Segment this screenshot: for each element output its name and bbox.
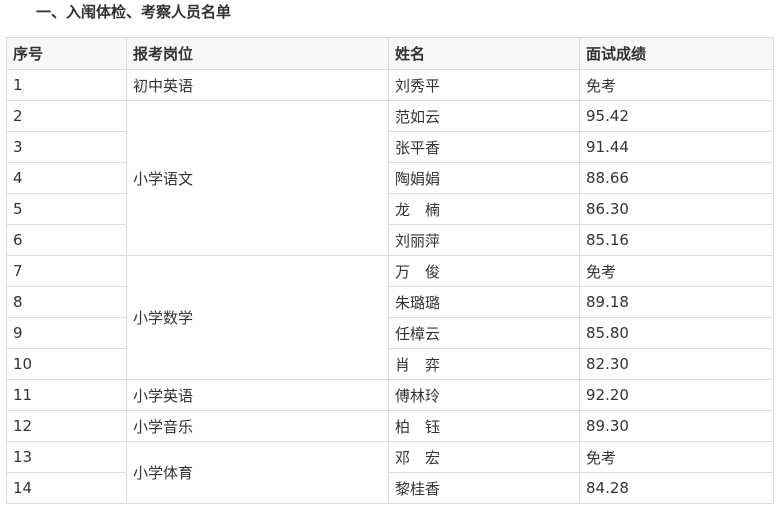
cell-candidate-name: 龙 楠 xyxy=(388,193,580,225)
cell-candidate-name: 邓 宏 xyxy=(388,441,580,473)
cell-candidate-name: 黎桂香 xyxy=(388,472,580,504)
cell-serial-number: 8 xyxy=(6,286,127,318)
cell-interview-score: 95.42 xyxy=(579,100,774,132)
cell-interview-score: 82.30 xyxy=(579,348,774,380)
table-row: 13 小学体育邓 宏免考 xyxy=(6,441,774,504)
cell-interview-score: 89.30 xyxy=(579,410,774,442)
cell-applied-post: 小学音乐 xyxy=(126,410,389,442)
cell-serial-number: 5 xyxy=(6,193,127,225)
cell-candidate-name: 任樟云 xyxy=(388,317,580,349)
cell-serial-number: 10 xyxy=(6,348,127,380)
cell-interview-score: 免考 xyxy=(579,441,774,473)
table-row: 6 刘丽萍 85.16 xyxy=(6,224,774,256)
cell-applied-post: 小学数学 xyxy=(126,255,389,380)
cell-candidate-name: 朱璐璐 xyxy=(388,286,580,318)
table-row: 7 小学数学万 俊免考 xyxy=(6,255,774,380)
cell-interview-score: 89.18 xyxy=(579,286,774,318)
table-row: 1 初中英语 刘秀平 免考 xyxy=(6,69,774,101)
cell-serial-number: 14 xyxy=(6,472,127,504)
table-row: 5 龙 楠 86.30 xyxy=(6,193,774,225)
cell-candidate-name: 陶娟娟 xyxy=(388,162,580,194)
section-title: 一、入闱体检、考察人员名单 xyxy=(36,3,232,21)
cell-interview-score: 免考 xyxy=(579,255,774,287)
cell-interview-score: 84.28 xyxy=(579,472,774,504)
cell-interview-score: 91.44 xyxy=(579,131,774,163)
cell-candidate-name: 刘秀平 xyxy=(388,69,580,101)
cell-interview-score: 88.66 xyxy=(579,162,774,194)
table-row: 4 陶娟娟 88.66 xyxy=(6,162,774,194)
table-row: 10 肖 弈 82.30 xyxy=(6,348,774,380)
table-row: 3 张平香 91.44 xyxy=(6,131,774,163)
cell-serial-number: 13 xyxy=(6,441,127,473)
table-row: 12 小学音乐柏 钰 89.30 xyxy=(6,410,774,442)
cell-serial-number: 1 xyxy=(6,69,127,101)
cell-interview-score: 92.20 xyxy=(579,379,774,411)
table-header-row: 序号 报考岗位 姓名 面试成绩 xyxy=(6,37,774,70)
cell-serial-number: 3 xyxy=(6,131,127,163)
table-row: 8 朱璐璐 89.18 xyxy=(6,286,774,318)
table-body: 1 初中英语 刘秀平 免考 2 小学语文 范如云 95.42 3 张平香 91.44 4 陶娟娟 88.6… xyxy=(6,69,774,504)
cell-serial-number: 2 xyxy=(6,100,127,132)
cell-candidate-name: 肖 弈 xyxy=(388,348,580,380)
table-row: 14 黎桂香 84.28 xyxy=(6,472,774,504)
cell-interview-score: 86.30 xyxy=(579,193,774,225)
cell-interview-score: 85.16 xyxy=(579,224,774,256)
cell-interview-score: 免考 xyxy=(579,69,774,101)
cell-candidate-name: 傅林玲 xyxy=(388,379,580,411)
cell-serial-number: 9 xyxy=(6,317,127,349)
cell-applied-post: 小学英语 xyxy=(126,379,389,411)
cell-applied-post: 初中英语 xyxy=(126,69,389,101)
cell-candidate-name: 范如云 xyxy=(388,100,580,132)
cell-serial-number: 6 xyxy=(6,224,127,256)
cell-applied-post: 小学语文 xyxy=(126,100,389,256)
cell-candidate-name: 万 俊 xyxy=(388,255,580,287)
candidate-table: 序号 报考岗位 姓名 面试成绩 1 初中英语 刘秀平 免考 2 小学语文 范如云 95.42 3… xyxy=(6,37,774,504)
cell-serial-number: 7 xyxy=(6,255,127,287)
cell-interview-score: 85.80 xyxy=(579,317,774,349)
cell-serial-number: 4 xyxy=(6,162,127,194)
cell-candidate-name: 张平香 xyxy=(388,131,580,163)
header-serial-number: 序号 xyxy=(6,37,127,70)
cell-serial-number: 11 xyxy=(6,379,127,411)
cell-candidate-name: 刘丽萍 xyxy=(388,224,580,256)
header-applied-post: 报考岗位 xyxy=(126,37,389,70)
header-interview-score: 面试成绩 xyxy=(579,37,774,70)
table-row: 9 任樟云 85.80 xyxy=(6,317,774,349)
cell-serial-number: 12 xyxy=(6,410,127,442)
cell-applied-post: 小学体育 xyxy=(126,441,389,504)
header-name: 姓名 xyxy=(388,37,580,70)
table-row: 11 小学英语 傅林玲 92.20 xyxy=(6,379,774,411)
cell-candidate-name: 柏 钰 xyxy=(388,410,580,442)
table-row: 2 小学语文 范如云 95.42 xyxy=(6,100,774,256)
